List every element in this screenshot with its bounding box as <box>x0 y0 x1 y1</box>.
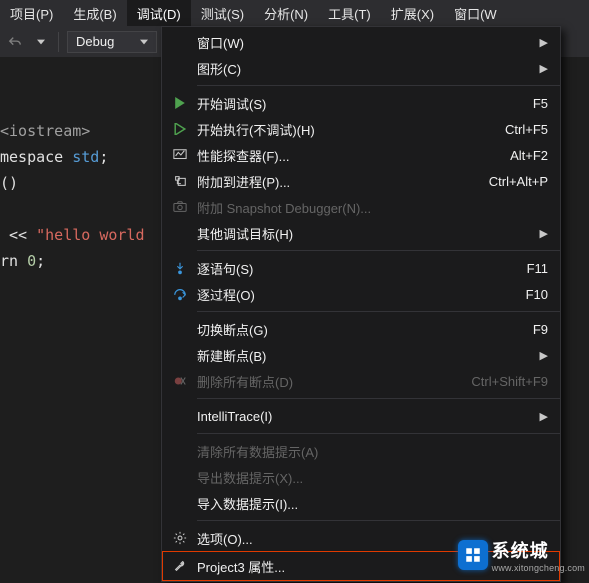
menu-item-toggle-breakpoint[interactable]: 切换断点(G) F9 <box>162 316 560 342</box>
menu-item-step-into[interactable]: 逐语句(S) F11 <box>162 255 560 281</box>
submenu-arrow-icon: ▶ <box>540 410 548 423</box>
menu-separator <box>197 85 560 86</box>
menu-separator <box>197 520 560 521</box>
menu-item-other-debug-targets[interactable]: 其他调试目标(H) ▶ <box>162 220 560 246</box>
step-into-icon <box>162 261 197 275</box>
menu-item-clear-datatips: 清除所有数据提示(A) <box>162 438 560 464</box>
configuration-value: Debug <box>76 34 114 49</box>
play-green-icon <box>162 97 197 109</box>
menu-item-attach-snapshot-debugger: 附加 Snapshot Debugger(N)... <box>162 194 560 220</box>
submenu-arrow-icon: ▶ <box>540 349 548 362</box>
menubar: 项目(P) 生成(B) 调试(D) 测试(S) 分析(N) 工具(T) 扩展(X… <box>0 0 589 26</box>
menu-analyze[interactable]: 分析(N) <box>254 0 318 26</box>
menu-separator <box>197 311 560 312</box>
menu-item-import-datatips[interactable]: 导入数据提示(I)... <box>162 490 560 516</box>
menu-separator <box>197 433 560 434</box>
menu-item-graphics[interactable]: 图形(C) ▶ <box>162 55 560 81</box>
menu-item-start-debugging[interactable]: 开始调试(S) F5 <box>162 90 560 116</box>
wrench-icon <box>162 559 197 573</box>
menu-item-new-breakpoint[interactable]: 新建断点(B) ▶ <box>162 342 560 368</box>
submenu-arrow-icon: ▶ <box>540 62 548 75</box>
menu-item-intellitrace[interactable]: IntelliTrace(I) ▶ <box>162 403 560 429</box>
chevron-down-icon[interactable] <box>32 33 50 51</box>
menu-item-windows[interactable]: 窗口(W) ▶ <box>162 29 560 55</box>
menu-project[interactable]: 项目(P) <box>0 0 63 26</box>
menu-test[interactable]: 测试(S) <box>191 0 254 26</box>
step-over-icon <box>162 287 197 301</box>
chevron-down-icon <box>140 38 148 46</box>
attach-icon <box>162 174 197 188</box>
profiler-icon <box>162 148 197 162</box>
configuration-select[interactable]: Debug <box>67 31 157 53</box>
menu-separator <box>197 398 560 399</box>
gear-icon <box>162 531 197 545</box>
menu-debug[interactable]: 调试(D) <box>127 0 191 26</box>
debug-dropdown-menu: 窗口(W) ▶ 图形(C) ▶ 开始调试(S) F5 开始执行(不调试)(H) … <box>161 26 561 582</box>
menu-item-start-without-debugging[interactable]: 开始执行(不调试)(H) Ctrl+F5 <box>162 116 560 142</box>
menu-item-step-over[interactable]: 逐过程(O) F10 <box>162 281 560 307</box>
watermark-logo-icon <box>458 540 488 570</box>
menu-item-export-datatips: 导出数据提示(X)... <box>162 464 560 490</box>
menu-separator <box>197 250 560 251</box>
menu-item-attach-process[interactable]: 附加到进程(P)... Ctrl+Alt+P <box>162 168 560 194</box>
toolbar-separator <box>58 32 59 52</box>
menu-extensions[interactable]: 扩展(X) <box>381 0 444 26</box>
submenu-arrow-icon: ▶ <box>540 36 548 49</box>
menu-window[interactable]: 窗口(W <box>444 0 507 26</box>
play-outline-icon <box>162 123 197 135</box>
menu-build[interactable]: 生成(B) <box>63 0 126 26</box>
menu-tools[interactable]: 工具(T) <box>318 0 381 26</box>
delete-bp-icon <box>162 374 197 388</box>
undo-icon[interactable] <box>6 33 24 51</box>
menu-item-performance-profiler[interactable]: 性能探查器(F)... Alt+F2 <box>162 142 560 168</box>
watermark-text: 系统城 www.xitongcheng.com <box>492 537 585 573</box>
camera-icon <box>162 200 197 214</box>
watermark: 系统城 www.xitongcheng.com <box>458 537 589 573</box>
menu-item-delete-all-breakpoints: 删除所有断点(D) Ctrl+Shift+F9 <box>162 368 560 394</box>
submenu-arrow-icon: ▶ <box>540 227 548 240</box>
